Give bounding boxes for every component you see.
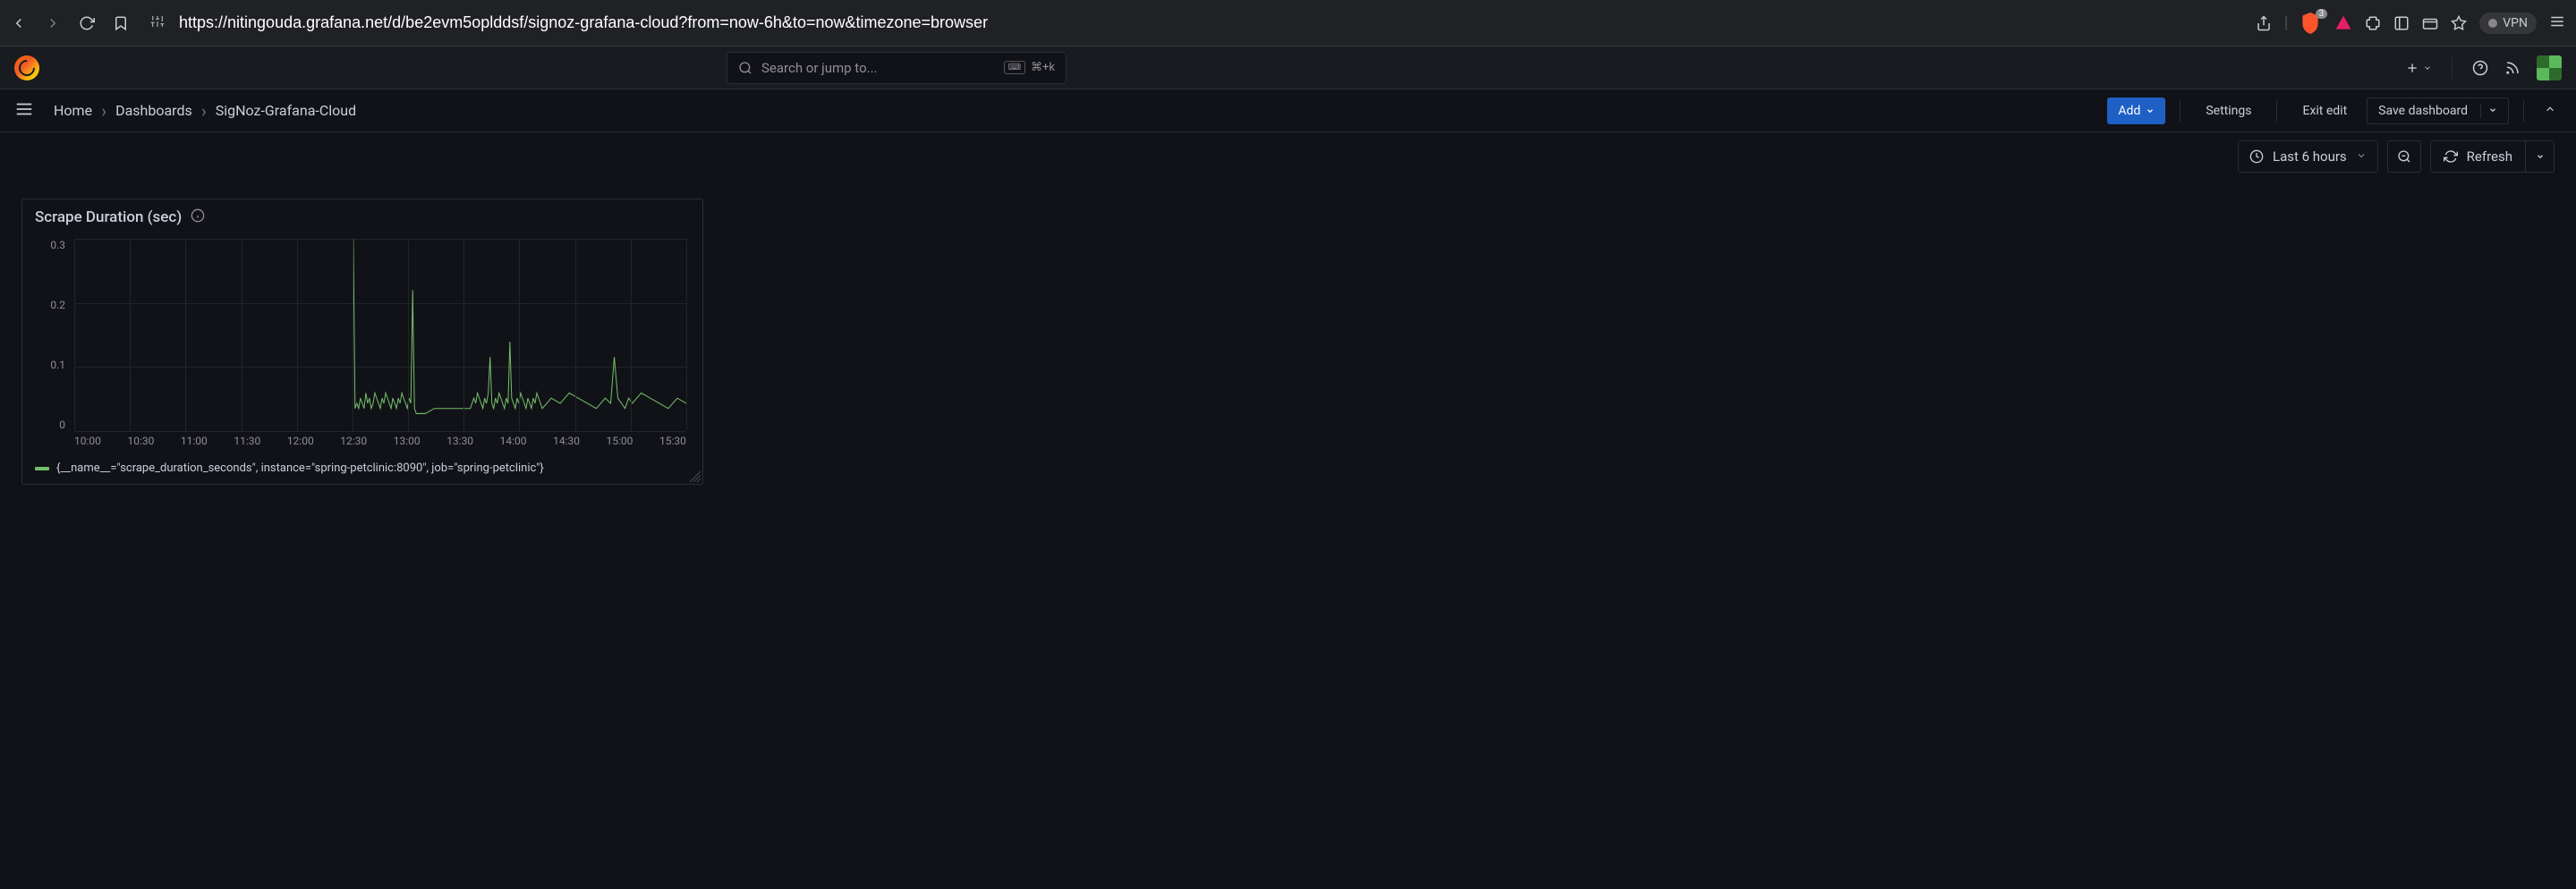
resize-handle[interactable] xyxy=(690,471,701,482)
y-tick: 0 xyxy=(35,419,71,431)
rss-icon xyxy=(2504,60,2521,76)
chevron-down-icon xyxy=(2488,106,2497,114)
panel-header[interactable]: Scrape Duration (sec) xyxy=(35,208,690,226)
plot-area xyxy=(74,239,686,431)
y-axis: 0.3 0.2 0.1 0 xyxy=(35,239,71,431)
refresh-interval-dropdown[interactable] xyxy=(2526,140,2555,173)
search-bar[interactable]: Search or jump to... ⌨ ⌘+k xyxy=(727,52,1067,84)
chevron-up-icon xyxy=(2544,103,2556,115)
save-dashboard-button[interactable]: Save dashboard xyxy=(2367,97,2509,124)
divider xyxy=(2180,100,2181,122)
keyboard-icon: ⌨ xyxy=(1004,61,1025,74)
forward-icon[interactable] xyxy=(45,15,61,31)
url-input[interactable] xyxy=(179,7,2245,39)
back-icon[interactable] xyxy=(11,15,27,31)
dashboard-actions: Add Settings Exit edit Save dashboard xyxy=(2107,97,2562,124)
dashboard-toolbar: Last 6 hours Refresh xyxy=(0,132,2576,181)
reload-icon[interactable] xyxy=(79,15,95,31)
grafana-topnav: Search or jump to... ⌨ ⌘+k xyxy=(0,47,2576,89)
vpn-status-dot xyxy=(2488,19,2497,28)
refresh-button[interactable]: Refresh xyxy=(2430,140,2526,173)
grafana-logo[interactable] xyxy=(14,55,39,80)
save-dropdown[interactable] xyxy=(2480,104,2497,118)
url-bar-wrap xyxy=(140,7,2245,39)
divider xyxy=(2276,100,2277,122)
x-axis: 10:0010:3011:0011:3012:0012:3013:0013:30… xyxy=(74,435,686,449)
browser-menu-icon[interactable] xyxy=(2549,13,2565,33)
y-tick: 0.2 xyxy=(35,299,71,311)
chart-area[interactable]: 0.3 0.2 0.1 0 10:0010:3011:0011:3012:001… xyxy=(35,239,690,449)
y-tick: 0.1 xyxy=(35,359,71,371)
browser-chrome: | 3 VPN xyxy=(0,0,2576,47)
menu-toggle[interactable] xyxy=(14,99,34,123)
search-shortcut: ⌨ ⌘+k xyxy=(1004,61,1055,74)
divider xyxy=(2523,100,2524,122)
divider xyxy=(2452,57,2453,79)
extensions-icon[interactable] xyxy=(2365,15,2381,31)
sidebar-icon[interactable] xyxy=(2393,15,2410,31)
brave-shields-icon[interactable]: 3 xyxy=(2300,13,2322,34)
time-range-picker[interactable]: Last 6 hours xyxy=(2238,140,2378,173)
clock-icon xyxy=(2249,149,2264,164)
chevron-down-icon xyxy=(2146,106,2155,115)
legend-label: {__name__="scrape_duration_seconds", ins… xyxy=(56,461,544,475)
vpn-toggle[interactable]: VPN xyxy=(2479,13,2537,34)
breadcrumb-sep: › xyxy=(101,100,106,122)
dashboard-header: Home › Dashboards › SigNoz-Grafana-Cloud… xyxy=(0,89,2576,132)
zoom-out-icon xyxy=(2397,149,2411,164)
vpn-label: VPN xyxy=(2503,16,2528,30)
collapse-button[interactable] xyxy=(2538,97,2562,124)
brave-rewards-icon[interactable] xyxy=(2334,14,2352,32)
leo-icon[interactable] xyxy=(2451,15,2467,31)
user-avatar[interactable] xyxy=(2537,55,2562,80)
search-placeholder: Search or jump to... xyxy=(761,60,995,76)
breadcrumb-current: SigNoz-Grafana-Cloud xyxy=(216,102,356,119)
panel-scrape-duration: Scrape Duration (sec) 0.3 0.2 0.1 0 10:0… xyxy=(21,199,703,485)
wallet-icon[interactable] xyxy=(2422,15,2438,31)
chevron-down-icon xyxy=(2423,64,2432,72)
y-tick: 0.3 xyxy=(35,239,71,251)
panel-title: Scrape Duration (sec) xyxy=(35,208,182,226)
zoom-out-button[interactable] xyxy=(2387,140,2421,173)
refresh-icon xyxy=(2444,149,2458,164)
help-icon xyxy=(2472,60,2488,76)
browser-right-group: | 3 VPN xyxy=(2256,13,2565,34)
chart-line xyxy=(74,239,686,419)
site-settings-icon[interactable] xyxy=(150,14,165,32)
create-button[interactable] xyxy=(2405,61,2432,75)
chevron-down-icon xyxy=(2356,148,2367,165)
search-icon xyxy=(738,61,752,75)
breadcrumb-home[interactable]: Home xyxy=(54,102,92,119)
share-icon[interactable] xyxy=(2256,15,2272,31)
refresh-group: Refresh xyxy=(2430,140,2555,173)
bookmark-icon[interactable] xyxy=(113,15,129,31)
info-icon[interactable] xyxy=(191,208,205,226)
settings-button[interactable]: Settings xyxy=(2195,97,2262,124)
topnav-right xyxy=(2405,55,2562,80)
breadcrumb-sep: › xyxy=(201,100,207,122)
divider: | xyxy=(2284,13,2288,32)
help-button[interactable] xyxy=(2472,60,2488,76)
browser-nav-group xyxy=(11,15,129,31)
news-button[interactable] xyxy=(2504,60,2521,76)
plus-icon xyxy=(2405,61,2419,75)
legend-swatch xyxy=(35,467,49,470)
exit-edit-button[interactable]: Exit edit xyxy=(2291,97,2358,124)
legend[interactable]: {__name__="scrape_duration_seconds", ins… xyxy=(35,456,690,475)
breadcrumb-dashboards[interactable]: Dashboards xyxy=(115,102,192,119)
chevron-down-icon xyxy=(2536,152,2545,161)
shields-count: 3 xyxy=(2316,9,2328,19)
add-button[interactable]: Add xyxy=(2107,97,2165,124)
breadcrumbs: Home › Dashboards › SigNoz-Grafana-Cloud xyxy=(54,100,356,122)
